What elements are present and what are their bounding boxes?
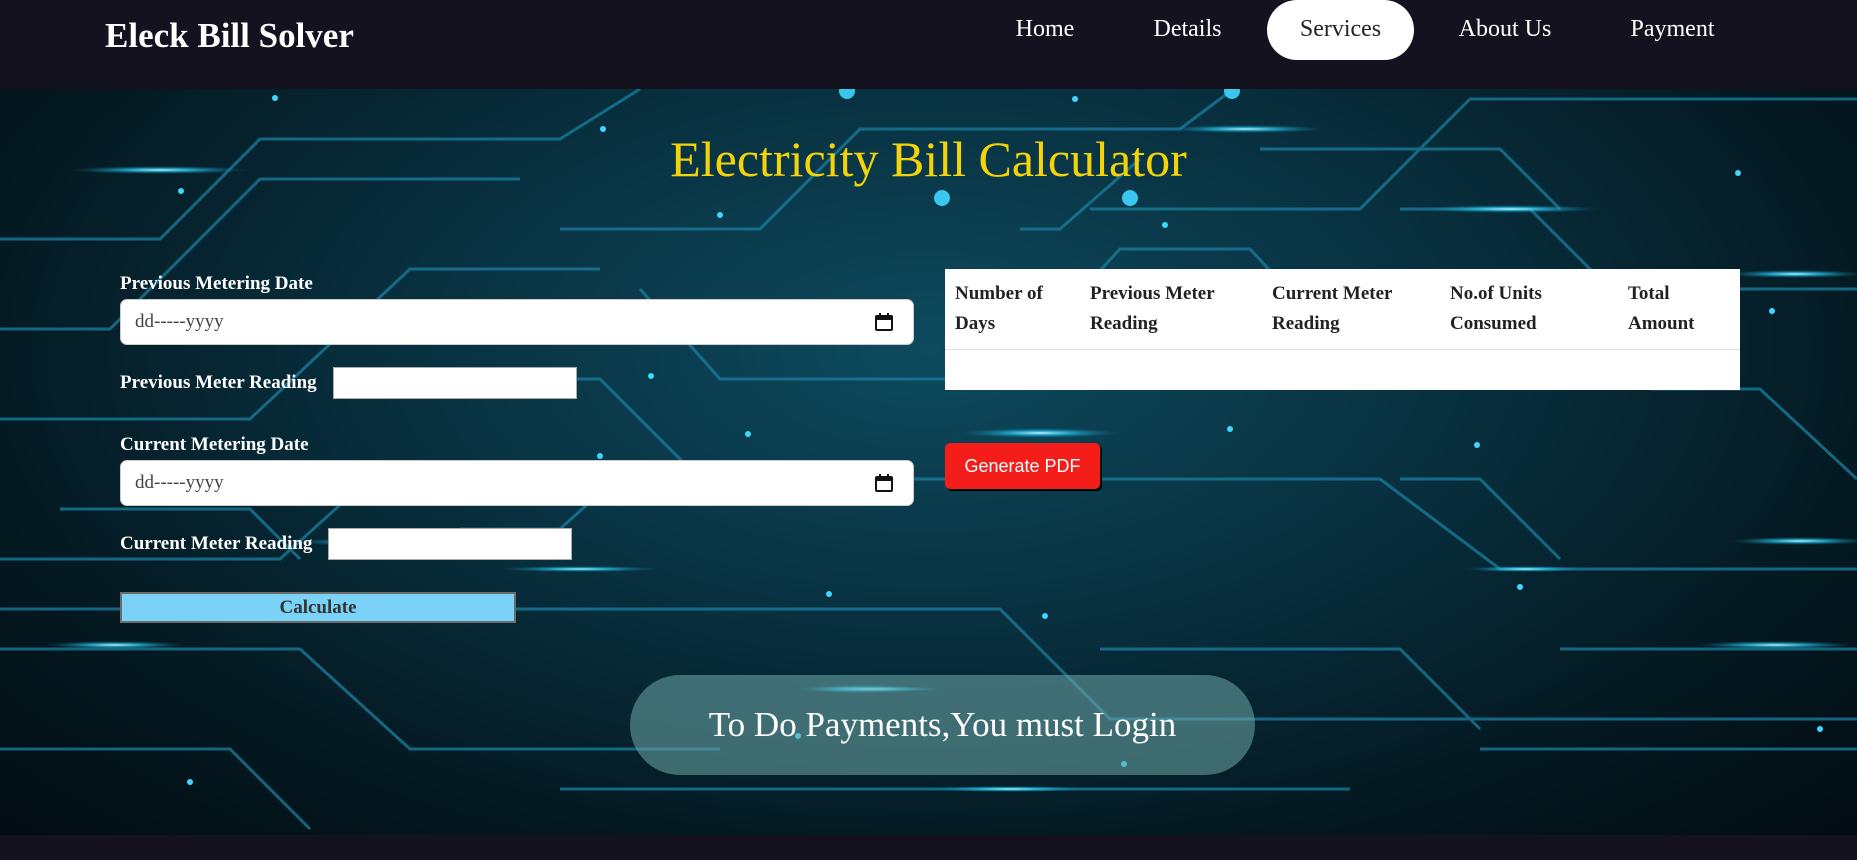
curr-date-input[interactable]: dd-----yyyy	[120, 460, 914, 506]
nav-about-us[interactable]: About Us	[1440, 0, 1570, 60]
prev-reading-label: Previous Meter Reading	[120, 372, 317, 393]
th-units-consumed: No.of Units Consumed	[1450, 283, 1542, 334]
nav-payment[interactable]: Payment	[1610, 0, 1735, 60]
calendar-icon[interactable]	[875, 474, 893, 492]
th-current-meter-reading: Current Meter Reading	[1272, 283, 1393, 334]
prev-date-input[interactable]: dd-----yyyy	[120, 299, 914, 345]
generate-pdf-button[interactable]: Generate PDF	[945, 443, 1100, 489]
curr-date-label: Current Metering Date	[120, 434, 309, 455]
prev-date-label: Previous Metering Date	[120, 273, 313, 294]
nav-details[interactable]: Details	[1135, 0, 1240, 60]
site-header: Eleck Bill Solver Home Details Services …	[0, 0, 1857, 89]
nav-home[interactable]: Home	[995, 0, 1095, 60]
calendar-icon[interactable]	[875, 313, 893, 331]
th-previous-meter-reading: Previous Meter Reading	[1090, 283, 1215, 334]
table-divider	[945, 349, 1740, 350]
footer-strip	[0, 835, 1857, 860]
curr-reading-label: Current Meter Reading	[120, 533, 313, 554]
curr-date-placeholder: dd-----yyyy	[135, 472, 224, 493]
page-title: Electricity Bill Calculator	[670, 131, 1187, 187]
curr-reading-input[interactable]	[328, 528, 572, 560]
th-number-of-days: Number of Days	[955, 283, 1043, 334]
results-table: Number of Days Previous Meter Reading Curr…	[945, 269, 1740, 390]
th-total-amount: Total Amount	[1628, 283, 1695, 334]
nav-services[interactable]: Services	[1267, 0, 1414, 60]
prev-date-placeholder: dd-----yyyy	[135, 311, 224, 332]
calculate-button[interactable]: Calculate	[120, 592, 516, 623]
login-notice: To Do Payments,You must Login	[630, 675, 1255, 775]
prev-reading-input[interactable]	[333, 367, 577, 399]
brand-logo-text[interactable]: Eleck Bill Solver	[105, 16, 354, 56]
